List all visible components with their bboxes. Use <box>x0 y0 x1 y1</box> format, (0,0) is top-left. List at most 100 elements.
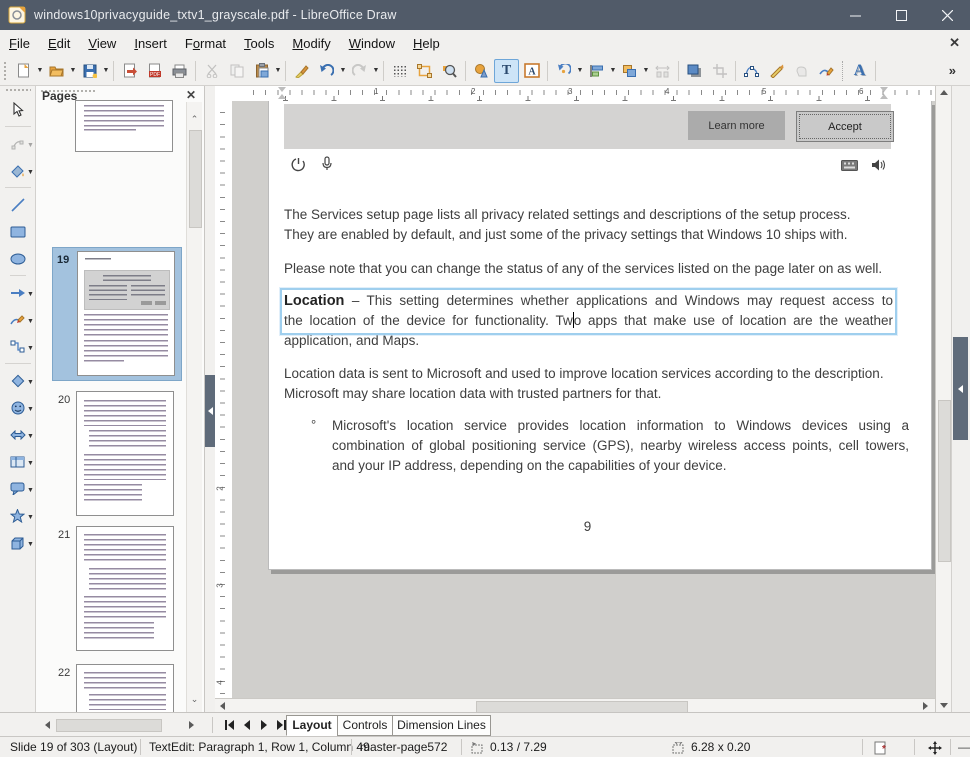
canvas[interactable]: Learn more Accept The Services setup pag… <box>232 101 935 698</box>
insert-shapes-button[interactable] <box>469 59 494 83</box>
menu-item-insert[interactable]: Insert <box>125 36 176 51</box>
ellipse-tool[interactable] <box>1 245 35 272</box>
indent-marker-right[interactable] <box>880 87 888 92</box>
curves-polygons-tool[interactable]: ▼ <box>1 306 35 333</box>
flowchart-tool[interactable]: ▼ <box>1 448 35 475</box>
insert-text-box-button[interactable]: T <box>494 59 519 83</box>
basic-shapes-tool[interactable]: ▼ <box>1 367 35 394</box>
scroll-right-icon[interactable] <box>923 702 928 710</box>
dropdown-arrow[interactable]: ▼ <box>27 514 35 521</box>
paste-dropdown-arrow[interactable]: ▼ <box>274 67 282 74</box>
show-sidebar-handle[interactable] <box>953 337 968 440</box>
master-page-name[interactable]: master-page572 <box>360 740 447 754</box>
menu-item-window[interactable]: Window <box>340 36 404 51</box>
dropdown-arrow[interactable]: ▼ <box>27 318 35 325</box>
callouts-tool[interactable]: ▼ <box>1 475 35 502</box>
align-objects-button[interactable] <box>584 59 609 83</box>
next-page-button[interactable] <box>256 719 271 731</box>
dropdown-arrow[interactable]: ▼ <box>27 487 35 494</box>
toolbar-overflow-button[interactable]: » <box>949 63 956 78</box>
vertical-scrollbar-thumb[interactable] <box>938 400 951 562</box>
vertical-text-button[interactable]: A <box>519 59 544 83</box>
dropdown-arrow[interactable]: ▼ <box>27 460 35 467</box>
save-button[interactable] <box>77 59 102 83</box>
print-button[interactable] <box>167 59 192 83</box>
page-thumbnail-22[interactable] <box>76 664 174 713</box>
rotate-dropdown-arrow[interactable]: ▼ <box>576 67 584 74</box>
freeform-line-button[interactable] <box>814 59 839 83</box>
pages-scrollbar-thumb[interactable] <box>189 130 202 228</box>
scroll-down-icon[interactable] <box>940 703 948 708</box>
paste-button[interactable] <box>249 59 274 83</box>
open-dropdown-arrow[interactable]: ▼ <box>69 67 77 74</box>
pages-scroll-right-icon[interactable] <box>184 719 199 731</box>
unsaved-changes-icon[interactable]: * <box>874 741 888 755</box>
tab-dimension-lines[interactable]: Dimension Lines <box>392 715 491 736</box>
zoom-button[interactable] <box>437 59 462 83</box>
page-thumbnail-21[interactable] <box>76 526 174 651</box>
arrange-button[interactable] <box>617 59 642 83</box>
vertical-ruler[interactable]: 2 3 4 <box>215 101 233 698</box>
scroll-down-icon[interactable]: ⌄ <box>189 694 200 705</box>
indent-marker-left[interactable] <box>278 87 286 92</box>
page-thumbnail-partial[interactable] <box>75 100 173 152</box>
tab-layout[interactable]: Layout <box>286 715 338 736</box>
dropdown-arrow[interactable]: ▼ <box>27 433 35 440</box>
indent-marker-left[interactable] <box>278 94 286 99</box>
dropdown-arrow[interactable]: ▼ <box>27 379 35 386</box>
previous-page-button[interactable] <box>239 719 254 731</box>
zoom-slider-minus[interactable]: — <box>958 740 970 754</box>
open-button[interactable] <box>44 59 69 83</box>
menu-item-file[interactable]: File <box>0 36 39 51</box>
clone-formatting-button[interactable] <box>289 59 314 83</box>
rectangle-tool[interactable] <box>1 218 35 245</box>
page-thumbnail-20[interactable] <box>76 391 174 516</box>
pages-scrollbar[interactable]: ⌃ ⌄ <box>186 102 202 712</box>
undo-dropdown-arrow[interactable]: ▼ <box>339 67 347 74</box>
menu-item-format[interactable]: Format <box>176 36 235 51</box>
fontwork-button[interactable]: A <box>847 59 872 83</box>
minimize-button[interactable] <box>832 0 878 30</box>
pages-panel-close-icon[interactable]: ✕ <box>186 88 196 102</box>
fit-slide-icon[interactable] <box>928 741 942 755</box>
pages-hscrollbar-thumb[interactable] <box>56 719 162 732</box>
menu-item-modify[interactable]: Modify <box>283 36 339 51</box>
export-pdf-button[interactable]: PDF <box>142 59 167 83</box>
undo-button[interactable] <box>314 59 339 83</box>
glue-points-button[interactable] <box>764 59 789 83</box>
scroll-left-icon[interactable] <box>220 702 225 710</box>
menu-item-tools[interactable]: Tools <box>235 36 283 51</box>
hide-pages-panel-handle[interactable] <box>205 375 215 447</box>
stars-banners-tool[interactable]: ▼ <box>1 502 35 529</box>
connectors-tool[interactable]: ▼ <box>1 333 35 360</box>
toolbar-grip[interactable] <box>5 88 31 93</box>
dropdown-arrow[interactable]: ▼ <box>27 169 35 176</box>
select-tool[interactable] <box>1 96 35 123</box>
toolbar-grip[interactable] <box>3 61 8 81</box>
scroll-up-icon[interactable]: ⌃ <box>189 114 200 125</box>
line-tool[interactable] <box>1 191 35 218</box>
close-button[interactable] <box>924 0 970 30</box>
shadow-button[interactable] <box>682 59 707 83</box>
align-dropdown-arrow[interactable]: ▼ <box>609 67 617 74</box>
3d-objects-tool[interactable]: ▼ <box>1 529 35 556</box>
dropdown-arrow[interactable]: ▼ <box>27 291 35 298</box>
new-button[interactable] <box>11 59 36 83</box>
indent-marker-right[interactable] <box>880 94 888 99</box>
tab-controls[interactable]: Controls <box>337 715 393 736</box>
edit-points-button[interactable] <box>739 59 764 83</box>
block-arrows-tool[interactable]: ▼ <box>1 421 35 448</box>
pages-scroll-left-icon[interactable] <box>40 719 55 731</box>
dropdown-arrow[interactable]: ▼ <box>27 406 35 413</box>
dropdown-arrow[interactable]: ▼ <box>27 541 35 548</box>
fill-color-tool[interactable]: ▼ <box>1 157 35 184</box>
save-dropdown-arrow[interactable]: ▼ <box>102 67 110 74</box>
page-thumbnail-19[interactable] <box>77 251 175 376</box>
new-dropdown-arrow[interactable]: ▼ <box>36 67 44 74</box>
menu-item-view[interactable]: View <box>79 36 125 51</box>
menu-item-help[interactable]: Help <box>404 36 449 51</box>
horizontal-ruler[interactable]: 1 2 3 4 5 6 <box>232 86 935 102</box>
arrange-dropdown-arrow[interactable]: ▼ <box>642 67 650 74</box>
close-document-icon[interactable]: ✕ <box>949 35 960 51</box>
export-button[interactable] <box>117 59 142 83</box>
